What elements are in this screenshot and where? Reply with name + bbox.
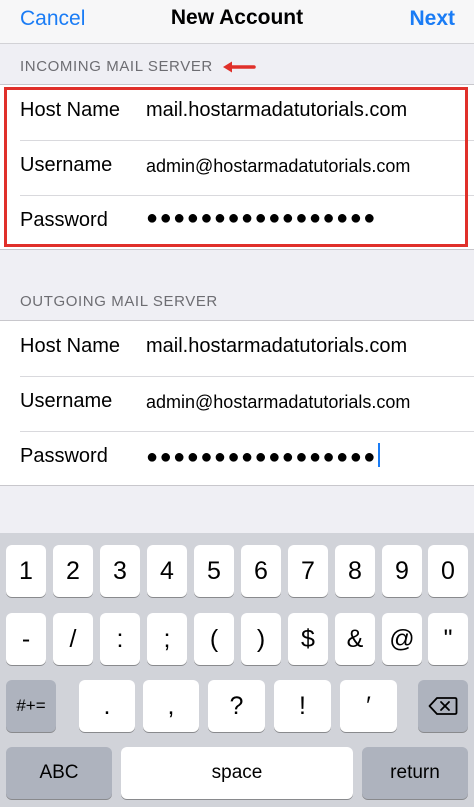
- outgoing-section-header: OUTGOING MAIL SERVER: [20, 293, 218, 310]
- incoming-server-group: Host Name mail.hostarmadatutorials.com U…: [0, 84, 474, 250]
- outgoing-host-row[interactable]: Host Name mail.hostarmadatutorials.com: [0, 321, 474, 376]
- delete-key[interactable]: [418, 680, 468, 732]
- incoming-host-row[interactable]: Host Name mail.hostarmadatutorials.com: [0, 85, 474, 140]
- incoming-section-header: INCOMING MAIL SERVER: [20, 58, 213, 75]
- key-at[interactable]: @: [382, 613, 422, 665]
- outgoing-host-label: Host Name: [20, 335, 121, 357]
- incoming-host-field[interactable]: mail.hostarmadatutorials.com: [146, 99, 407, 122]
- key-2[interactable]: 2: [53, 545, 93, 597]
- key-ampersand[interactable]: &: [335, 613, 375, 665]
- key-close-paren[interactable]: ): [241, 613, 281, 665]
- key-0[interactable]: 0: [428, 545, 468, 597]
- key-dollar[interactable]: $: [288, 613, 328, 665]
- page-title: New Account: [170, 6, 304, 29]
- outgoing-username-field[interactable]: admin@hostarmadatutorials.com: [146, 392, 410, 413]
- key-exclamation[interactable]: !: [274, 680, 331, 732]
- incoming-username-label: Username: [20, 154, 113, 176]
- arrow-left-icon: [223, 61, 256, 73]
- incoming-password-field[interactable]: ●●●●●●●●●●●●●●●●●: [146, 207, 377, 230]
- key-slash[interactable]: /: [53, 613, 93, 665]
- backspace-icon: [428, 697, 458, 715]
- key-6[interactable]: 6: [241, 545, 281, 597]
- key-quote[interactable]: ": [428, 613, 468, 665]
- key-7[interactable]: 7: [288, 545, 328, 597]
- symbols-key[interactable]: #+=: [6, 680, 56, 732]
- key-colon[interactable]: :: [100, 613, 140, 665]
- key-1[interactable]: 1: [6, 545, 46, 597]
- key-8[interactable]: 8: [335, 545, 375, 597]
- key-hyphen[interactable]: -: [6, 613, 46, 665]
- key-5[interactable]: 5: [194, 545, 234, 597]
- keyboard: 1 2 3 4 5 6 7 8 9 0 - / : ; ( ) $ & @ " …: [0, 533, 474, 807]
- incoming-username-row[interactable]: Username admin@hostarmadatutorials.com: [0, 140, 474, 195]
- key-open-paren[interactable]: (: [194, 613, 234, 665]
- incoming-username-field[interactable]: admin@hostarmadatutorials.com: [146, 156, 410, 177]
- key-4[interactable]: 4: [147, 545, 187, 597]
- return-key[interactable]: return: [362, 747, 468, 799]
- key-period[interactable]: .: [79, 680, 135, 732]
- outgoing-username-row[interactable]: Username admin@hostarmadatutorials.com: [0, 376, 474, 431]
- outgoing-username-label: Username: [20, 390, 113, 412]
- space-key[interactable]: space: [121, 747, 353, 799]
- incoming-host-label: Host Name: [20, 99, 121, 121]
- abc-key[interactable]: ABC: [6, 747, 112, 799]
- next-button[interactable]: Next: [409, 7, 455, 31]
- outgoing-password-label: Password: [20, 445, 108, 467]
- key-semicolon[interactable]: ;: [147, 613, 187, 665]
- outgoing-password-dots: ●●●●●●●●●●●●●●●●●: [146, 446, 377, 468]
- navigation-bar: Cancel New Account Next: [0, 0, 474, 44]
- incoming-password-label: Password: [20, 209, 108, 231]
- key-question[interactable]: ?: [208, 680, 265, 732]
- outgoing-password-row[interactable]: Password ●●●●●●●●●●●●●●●●●: [0, 431, 474, 486]
- key-9[interactable]: 9: [382, 545, 422, 597]
- incoming-password-row[interactable]: Password ●●●●●●●●●●●●●●●●●: [0, 195, 474, 250]
- key-3[interactable]: 3: [100, 545, 140, 597]
- outgoing-server-group: Host Name mail.hostarmadatutorials.com U…: [0, 320, 474, 486]
- key-comma[interactable]: ,: [143, 680, 199, 732]
- key-apostrophe[interactable]: ′: [340, 680, 397, 732]
- outgoing-password-field[interactable]: ●●●●●●●●●●●●●●●●●: [146, 443, 380, 469]
- outgoing-host-field[interactable]: mail.hostarmadatutorials.com: [146, 335, 407, 358]
- text-cursor: [377, 443, 380, 467]
